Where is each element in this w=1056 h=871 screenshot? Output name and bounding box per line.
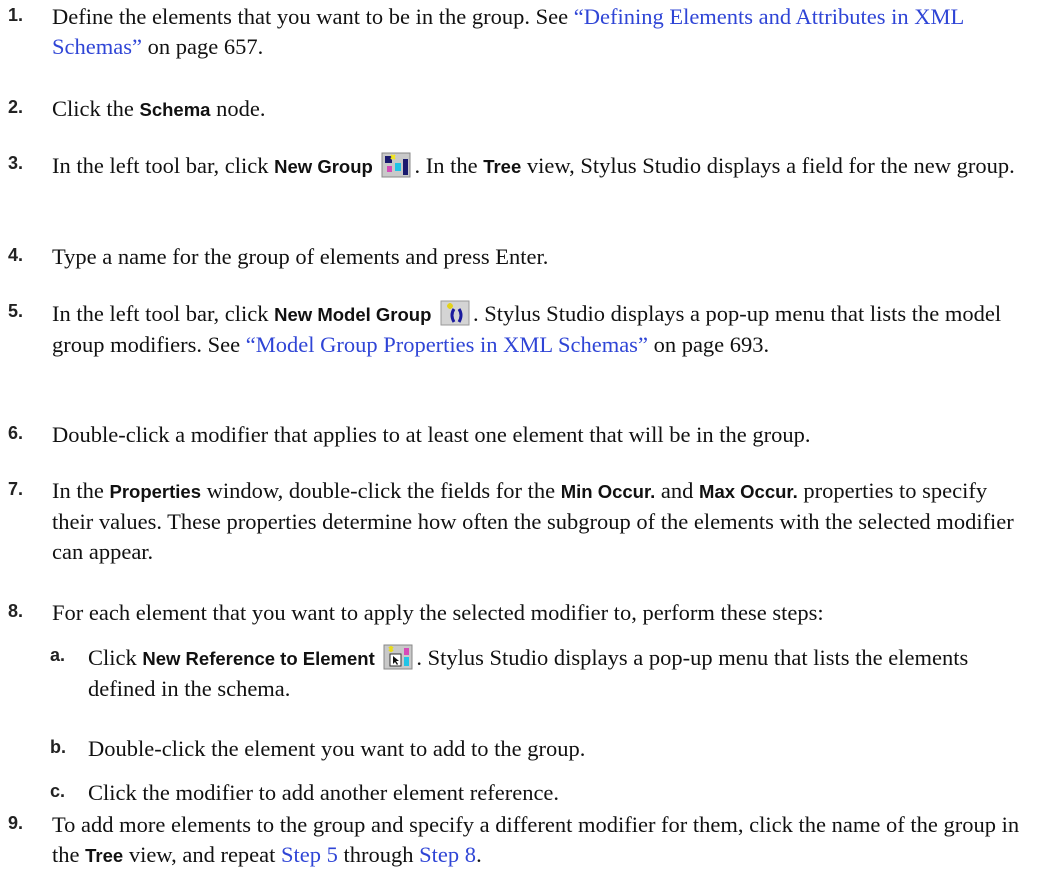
text-run: view, Stylus Studio displays a field for… — [521, 153, 1015, 178]
text-run: node. — [210, 96, 266, 121]
text-run: Double-click the element you want to add… — [88, 736, 586, 761]
step-text: Double-click the element you want to add… — [88, 734, 1052, 764]
new-group-icon — [379, 150, 413, 180]
step-number: 1. — [8, 5, 24, 25]
text-run: Click the — [52, 96, 140, 121]
text-run: For each element that you want to apply … — [52, 600, 824, 625]
step-text: Type a name for the group of elements an… — [52, 242, 1052, 272]
text-run: Define the elements that you want to be … — [52, 4, 574, 29]
step-text: Click the Schema node. — [52, 94, 1052, 125]
ui-term-max-occur: Max Occur. — [699, 481, 798, 502]
ui-term-schema: Schema — [139, 99, 211, 120]
text-run: Click the modifier to add another elemen… — [88, 780, 560, 805]
text-run: view, and repeat — [123, 842, 282, 867]
step-number: 9. — [8, 813, 24, 833]
text-run: . — [476, 842, 482, 867]
text-run: In the — [52, 478, 110, 503]
substep-letter: b. — [50, 737, 66, 757]
document-page: 1. Define the elements that you want to … — [0, 0, 1056, 867]
step-number: 3. — [8, 153, 24, 173]
step-text: Define the elements that you want to be … — [52, 2, 1012, 62]
step-text: To add more elements to the group and sp… — [52, 810, 1032, 871]
text-run: on page 693. — [647, 332, 770, 357]
step-number: 5. — [8, 301, 24, 321]
cross-ref-link-model-group-properties[interactable]: “Model Group Properties in XML Schemas” — [246, 332, 648, 357]
new-reference-to-element-icon — [381, 642, 415, 672]
ui-term-tree: Tree — [483, 156, 522, 177]
substep-letter: a. — [50, 645, 66, 665]
step-number: 7. — [8, 479, 24, 499]
text-run: In the left tool bar, click — [52, 301, 275, 326]
substep-letter: c. — [50, 781, 66, 801]
text-run: Click — [88, 645, 143, 670]
cross-ref-link-step-8[interactable]: Step 8 — [419, 842, 476, 867]
ui-term-tree: Tree — [85, 845, 124, 866]
cross-ref-link-step-5[interactable]: Step 5 — [281, 842, 338, 867]
text-run: Double-click a modifier that applies to … — [52, 422, 811, 447]
ui-term-new-reference-to-element: New Reference to Element — [142, 648, 375, 669]
ui-term-new-model-group: New Model Group — [274, 304, 432, 325]
step-text: Click New Reference to Element . Stylus … — [88, 642, 1014, 704]
text-run: through — [337, 842, 420, 867]
step-text: Click the modifier to add another elemen… — [88, 778, 1052, 808]
text-run: . In the — [414, 153, 484, 178]
step-text: For each element that you want to apply … — [52, 598, 1052, 628]
step-text: In the Properties window, double-click t… — [52, 476, 1014, 567]
ui-term-properties: Properties — [109, 481, 201, 502]
ui-term-min-occur: Min Occur. — [560, 481, 656, 502]
text-run: on page 657. — [141, 34, 264, 59]
step-number: 2. — [8, 97, 24, 117]
text-run: Type a name for the group of elements an… — [52, 244, 549, 269]
ui-term-new-group: New Group — [274, 156, 373, 177]
step-text: In the left tool bar, click New Group . … — [52, 150, 1022, 182]
step-number: 6. — [8, 423, 24, 443]
text-run: window, double-click the fields for the — [201, 478, 561, 503]
new-model-group-icon — [438, 298, 472, 328]
text-run: In the left tool bar, click — [52, 153, 275, 178]
step-number: 8. — [8, 601, 24, 621]
step-number: 4. — [8, 245, 24, 265]
step-text: In the left tool bar, click New Model Gr… — [52, 298, 1002, 360]
text-run: and — [655, 478, 700, 503]
step-text: Double-click a modifier that applies to … — [52, 420, 1052, 450]
